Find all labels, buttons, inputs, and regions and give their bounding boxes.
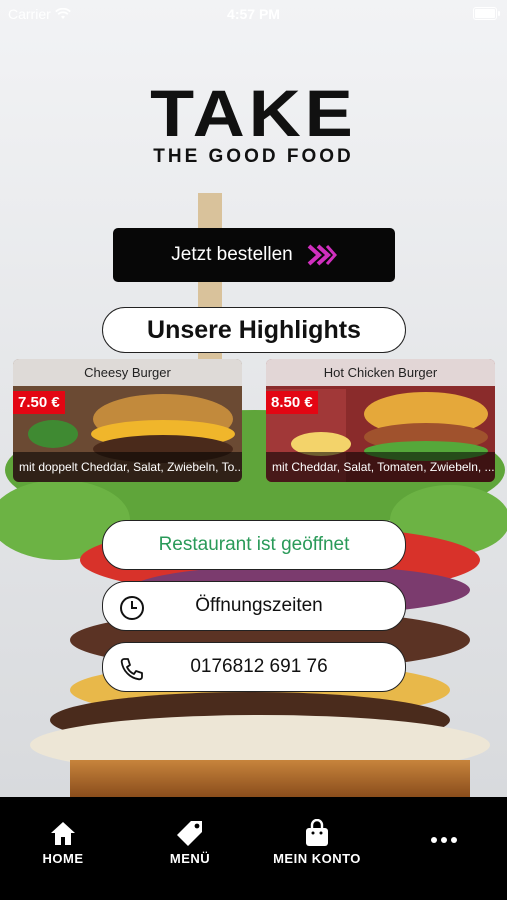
tab-more[interactable] (389, 817, 499, 851)
more-icon (431, 837, 457, 843)
order-now-label: Jetzt bestellen (171, 244, 293, 265)
highlight-title: Hot Chicken Burger (266, 359, 495, 386)
tab-home[interactable]: HOME (8, 817, 118, 866)
highlight-description: mit Cheddar, Salat, Tomaten, Zwiebeln, .… (266, 452, 495, 482)
phone-icon (120, 658, 143, 681)
logo-title: TAKE (150, 77, 357, 151)
highlight-card-hot-chicken-burger[interactable]: Hot Chicken Burger 8.50 € mit Cheddar, S… (266, 359, 495, 482)
highlights-heading-label: Unsere Highlights (147, 315, 361, 344)
highlight-description: mit doppelt Cheddar, Salat, Zwiebeln, To… (13, 452, 242, 482)
tag-icon (177, 821, 202, 846)
home-icon (51, 822, 75, 845)
highlight-card-cheesy-burger[interactable]: Cheesy Burger 7.50 € mit doppelt Cheddar… (13, 359, 242, 482)
tab-menu[interactable]: MENÜ (135, 817, 245, 866)
double-chevron-right-icon (307, 244, 337, 266)
highlight-title: Cheesy Burger (13, 359, 242, 386)
clock-icon (120, 596, 144, 620)
tab-my-account[interactable]: MEIN KONTO (262, 817, 372, 866)
tab-menu-label: MENÜ (169, 851, 211, 866)
phone-button[interactable]: 0176812 691 76 (102, 642, 406, 692)
order-now-button[interactable]: Jetzt bestellen (113, 228, 395, 282)
status-time: 4:57 PM (227, 6, 280, 22)
highlights-heading: Unsere Highlights (102, 307, 406, 353)
tab-home-label: HOME (42, 851, 84, 866)
shopping-bag-icon (306, 819, 328, 846)
opening-hours-button[interactable]: Öffnungszeiten (102, 581, 406, 631)
open-status-badge: Restaurant ist geöffnet (102, 520, 406, 570)
bottom-tab-bar: HOME MENÜ MEIN KONTO (0, 797, 507, 900)
status-bar: Carrier 4:57 PM (0, 0, 507, 30)
price-badge: 8.50 € (266, 391, 318, 414)
opening-hours-label: Öffnungszeiten (195, 595, 323, 616)
brand-logo: TAKE THE GOOD FOOD (0, 78, 507, 168)
battery-icon (473, 7, 500, 20)
price-badge: 7.50 € (13, 391, 65, 414)
tab-my-account-label: MEIN KONTO (273, 851, 361, 866)
phone-number: 0176812 691 76 (190, 656, 328, 677)
open-status-label: Restaurant ist geöffnet (158, 534, 350, 555)
